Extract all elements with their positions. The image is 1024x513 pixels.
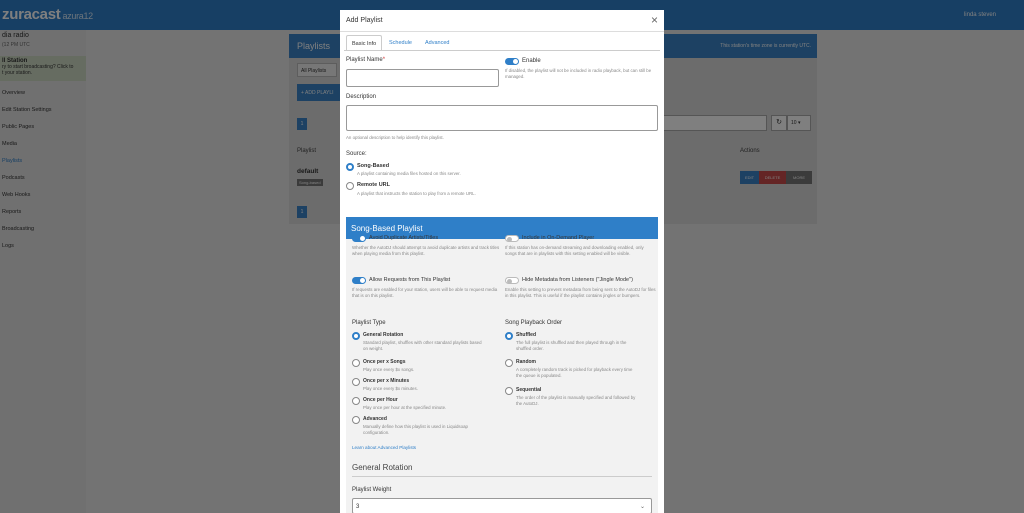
section-divider — [352, 476, 652, 477]
type-once-per-x-minutes-radio[interactable] — [352, 378, 360, 386]
type-advanced-label: Advanced — [363, 416, 387, 422]
order-random-radio[interactable] — [505, 359, 513, 367]
advanced-playlists-link[interactable]: Learn about Advanced Playlists — [352, 445, 416, 450]
tab-advanced[interactable]: Advanced — [420, 35, 454, 51]
type-once-per-x-minutes-label: Once per x Minutes — [363, 378, 410, 384]
jingle-mode-label: Hide Metadata from Listeners ("Jingle Mo… — [522, 277, 633, 283]
allow-requests-label: Allow Requests from This Playlist — [369, 277, 451, 283]
source-song-based-radio[interactable] — [346, 163, 354, 171]
type-general-rotation-hint-2: on weight. — [363, 346, 384, 351]
order-shuffled-hint-2: shuffled order. — [516, 346, 544, 351]
description-hint: An optional description to help identify… — [346, 135, 444, 140]
playlist-name-field[interactable] — [346, 69, 499, 87]
playlist-weight-label: Playlist Weight — [352, 487, 392, 493]
order-sequential-label: Sequential — [516, 387, 542, 393]
enable-toggle[interactable] — [505, 58, 519, 65]
order-shuffled-label: Shuffled — [516, 332, 536, 338]
enable-hint: If disabled, the playlist will not be in… — [505, 68, 652, 80]
type-once-per-hour-hint: Play once per hour at the specified minu… — [363, 405, 447, 410]
tab-basic-info[interactable]: Basic Info — [346, 35, 383, 51]
source-remote-url-label: Remote URL — [357, 182, 391, 188]
modal-header: Add Playlist × — [340, 10, 664, 32]
source-song-based-hint: A playlist containing media files hosted… — [357, 171, 461, 176]
enable-label: Enable — [522, 58, 541, 64]
jingle-mode-hint: Enable this setting to prevent metadata … — [505, 287, 656, 299]
type-once-per-hour-label: Once per Hour — [363, 397, 398, 403]
description-textarea[interactable] — [346, 105, 658, 131]
avoid-duplicates-hint: Whether the AutoDJ should attempt to avo… — [352, 245, 500, 257]
type-once-per-x-songs-radio[interactable] — [352, 359, 360, 367]
chevron-down-icon: ⌄ — [640, 504, 646, 510]
playlist-weight-value: 3 — [356, 504, 360, 510]
jingle-mode-toggle[interactable] — [505, 277, 519, 284]
avoid-duplicates-label: Avoid Duplicate Artists/Titles — [369, 235, 439, 241]
add-playlist-modal: Add Playlist × Basic Info Schedule Advan… — [340, 10, 664, 513]
general-rotation-heading: General Rotation — [352, 463, 413, 472]
playback-order-label: Song Playback Order — [505, 320, 563, 326]
playlist-type-label: Playlist Type — [352, 320, 386, 326]
close-icon[interactable]: × — [651, 13, 658, 27]
source-remote-url-hint: A playlist that instructs the station to… — [357, 191, 476, 196]
description-label: Description — [346, 94, 377, 100]
type-general-rotation-radio[interactable] — [352, 332, 360, 340]
allow-requests-toggle[interactable] — [352, 277, 366, 284]
order-shuffled-radio[interactable] — [505, 332, 513, 340]
allow-requests-hint: If requests are enabled for your station… — [352, 287, 498, 299]
playlist-weight-select[interactable] — [352, 498, 652, 513]
playlist-name-label: Playlist Name* — [346, 57, 386, 63]
on-demand-hint: If this station has on-demand streaming … — [505, 245, 644, 257]
tab-divider — [344, 50, 660, 51]
source-remote-url-radio[interactable] — [346, 182, 354, 190]
type-advanced-hint-2: configuration. — [363, 430, 390, 435]
avoid-duplicates-toggle[interactable] — [352, 235, 366, 242]
source-song-based-label: Song-Based — [357, 163, 390, 169]
type-once-per-hour-radio[interactable] — [352, 397, 360, 405]
modal-title: Add Playlist — [346, 17, 383, 24]
type-once-per-x-songs-hint: Play once every $x songs. — [363, 367, 415, 372]
tab-schedule[interactable]: Schedule — [384, 35, 417, 51]
on-demand-toggle[interactable] — [505, 235, 519, 242]
type-advanced-radio[interactable] — [352, 416, 360, 424]
type-general-rotation-label: General Rotation — [363, 332, 404, 338]
source-label: Source: — [346, 151, 367, 157]
order-random-label: Random — [516, 359, 536, 365]
order-random-hint-2: the queue is populated. — [516, 373, 562, 378]
type-once-per-x-minutes-hint: Play once every $x minutes. — [363, 386, 418, 391]
on-demand-label: Include in On-Demand Player — [522, 235, 595, 241]
order-sequential-hint-2: the AutoDJ. — [516, 401, 539, 406]
order-sequential-radio[interactable] — [505, 387, 513, 395]
type-once-per-x-songs-label: Once per x Songs — [363, 359, 406, 365]
